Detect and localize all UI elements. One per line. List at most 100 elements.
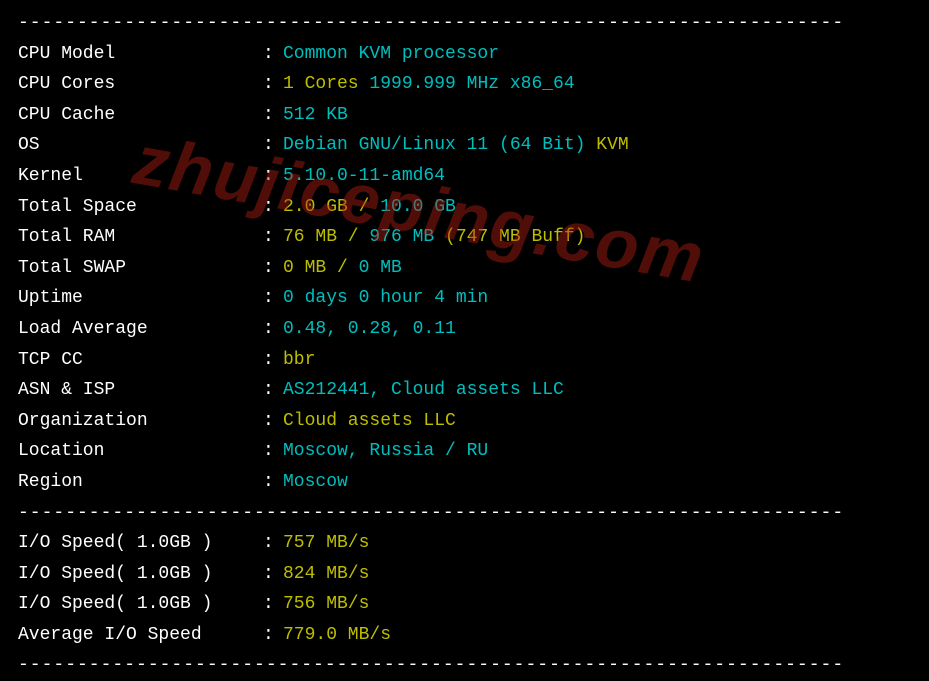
sysinfo-value-part: 2.0 GB /: [283, 197, 380, 217]
sysinfo-value: 0.48, 0.28, 0.11: [283, 314, 456, 345]
sysinfo-value: 5.10.0-11-amd64: [283, 161, 445, 192]
sysinfo-label: CPU Model: [18, 39, 263, 70]
sysinfo-value-part: Moscow: [283, 472, 348, 492]
iospeed-value-part: 824 MB/s: [283, 564, 369, 584]
colon: :: [263, 528, 283, 559]
sysinfo-value-part: Cloud assets LLC: [283, 411, 456, 431]
sysinfo-value: 76 MB / 976 MB (747 MB Buff): [283, 222, 585, 253]
divider-top: ----------------------------------------…: [18, 8, 911, 39]
iospeed-row: Average I/O Speed: 779.0 MB/s: [18, 620, 911, 651]
sysinfo-row: CPU Cache: 512 KB: [18, 100, 911, 131]
sysinfo-label: CPU Cache: [18, 100, 263, 131]
colon: :: [263, 375, 283, 406]
sysinfo-value-part: 76 MB /: [283, 227, 369, 247]
sysinfo-label: Kernel: [18, 161, 263, 192]
sysinfo-label: Region: [18, 467, 263, 498]
sysinfo-value: 0 MB / 0 MB: [283, 253, 402, 284]
colon: :: [263, 253, 283, 284]
colon: :: [263, 345, 283, 376]
sysinfo-value-part: KVM: [596, 135, 628, 155]
sysinfo-label: Total Space: [18, 192, 263, 223]
sysinfo-value: Moscow, Russia / RU: [283, 436, 488, 467]
sysinfo-row: Organization: Cloud assets LLC: [18, 406, 911, 437]
sysinfo-label: OS: [18, 130, 263, 161]
sysinfo-value-part: 10.0 GB: [380, 197, 456, 217]
colon: :: [263, 192, 283, 223]
iospeed-value-part: 756 MB/s: [283, 594, 369, 614]
colon: :: [263, 559, 283, 590]
colon: :: [263, 39, 283, 70]
iospeed-row: I/O Speed( 1.0GB ): 824 MB/s: [18, 559, 911, 590]
sysinfo-value: AS212441, Cloud assets LLC: [283, 375, 564, 406]
sysinfo-value: 1 Cores 1999.999 MHz x86_64: [283, 69, 575, 100]
sysinfo-value-part: 512 KB: [283, 105, 348, 125]
sysinfo-row: TCP CC: bbr: [18, 345, 911, 376]
sysinfo-label: Organization: [18, 406, 263, 437]
sysinfo-value: 0 days 0 hour 4 min: [283, 283, 488, 314]
sysinfo-value-part: Moscow, Russia / RU: [283, 441, 488, 461]
iospeed-value: 757 MB/s: [283, 528, 369, 559]
sysinfo-value-part: Common KVM processor: [283, 44, 499, 64]
colon: :: [263, 406, 283, 437]
colon: :: [263, 314, 283, 345]
sysinfo-row: Total Space: 2.0 GB / 10.0 GB: [18, 192, 911, 223]
sysinfo-value-part: bbr: [283, 350, 315, 370]
io-speed-block: I/O Speed( 1.0GB ): 757 MB/sI/O Speed( 1…: [18, 528, 911, 650]
iospeed-label: Average I/O Speed: [18, 620, 263, 651]
iospeed-value: 824 MB/s: [283, 559, 369, 590]
iospeed-value-part: 757 MB/s: [283, 533, 369, 553]
sysinfo-value: Cloud assets LLC: [283, 406, 456, 437]
sysinfo-value-part: 0 MB /: [283, 258, 359, 278]
iospeed-label: I/O Speed( 1.0GB ): [18, 528, 263, 559]
sysinfo-label: ASN & ISP: [18, 375, 263, 406]
sysinfo-value: Moscow: [283, 467, 348, 498]
sysinfo-row: ASN & ISP: AS212441, Cloud assets LLC: [18, 375, 911, 406]
sysinfo-value-part: 0.48, 0.28, 0.11: [283, 319, 456, 339]
sysinfo-value: bbr: [283, 345, 315, 376]
sysinfo-label: Total RAM: [18, 222, 263, 253]
sysinfo-value-part: AS212441, Cloud assets LLC: [283, 380, 564, 400]
sysinfo-label: TCP CC: [18, 345, 263, 376]
sysinfo-label: CPU Cores: [18, 69, 263, 100]
sysinfo-row: Kernel: 5.10.0-11-amd64: [18, 161, 911, 192]
iospeed-label: I/O Speed( 1.0GB ): [18, 589, 263, 620]
iospeed-value-part: 779.0 MB/s: [283, 625, 391, 645]
colon: :: [263, 69, 283, 100]
sysinfo-value-part: Debian GNU/Linux 11 (64 Bit): [283, 135, 596, 155]
sysinfo-value: Common KVM processor: [283, 39, 499, 70]
iospeed-value: 779.0 MB/s: [283, 620, 391, 651]
sysinfo-row: CPU Model: Common KVM processor: [18, 39, 911, 70]
colon: :: [263, 100, 283, 131]
divider-mid: ----------------------------------------…: [18, 498, 911, 529]
sysinfo-value-part: 5.10.0-11-amd64: [283, 166, 445, 186]
sysinfo-row: Total SWAP: 0 MB / 0 MB: [18, 253, 911, 284]
iospeed-value: 756 MB/s: [283, 589, 369, 620]
sysinfo-row: Total RAM: 76 MB / 976 MB (747 MB Buff): [18, 222, 911, 253]
sysinfo-value-part: 976 MB: [369, 227, 445, 247]
sysinfo-row: OS: Debian GNU/Linux 11 (64 Bit) KVM: [18, 130, 911, 161]
sysinfo-row: Load Average: 0.48, 0.28, 0.11: [18, 314, 911, 345]
sysinfo-row: CPU Cores: 1 Cores 1999.999 MHz x86_64: [18, 69, 911, 100]
sysinfo-label: Load Average: [18, 314, 263, 345]
sysinfo-label: Total SWAP: [18, 253, 263, 284]
sysinfo-row: Location: Moscow, Russia / RU: [18, 436, 911, 467]
colon: :: [263, 589, 283, 620]
colon: :: [263, 436, 283, 467]
colon: :: [263, 161, 283, 192]
iospeed-row: I/O Speed( 1.0GB ): 756 MB/s: [18, 589, 911, 620]
sysinfo-value: 2.0 GB / 10.0 GB: [283, 192, 456, 223]
colon: :: [263, 222, 283, 253]
iospeed-label: I/O Speed( 1.0GB ): [18, 559, 263, 590]
sysinfo-value-part: 0 days 0 hour 4 min: [283, 288, 488, 308]
sysinfo-value-part: 0 MB: [359, 258, 402, 278]
sysinfo-value: Debian GNU/Linux 11 (64 Bit) KVM: [283, 130, 629, 161]
sysinfo-row: Region: Moscow: [18, 467, 911, 498]
colon: :: [263, 620, 283, 651]
iospeed-row: I/O Speed( 1.0GB ): 757 MB/s: [18, 528, 911, 559]
divider-bottom: ----------------------------------------…: [18, 650, 911, 681]
sysinfo-value-part: (747 MB Buff): [445, 227, 585, 247]
colon: :: [263, 467, 283, 498]
sysinfo-value-part: 1 Cores: [283, 74, 359, 94]
sysinfo-label: Location: [18, 436, 263, 467]
sysinfo-value-part: 1999.999 MHz x86_64: [359, 74, 575, 94]
